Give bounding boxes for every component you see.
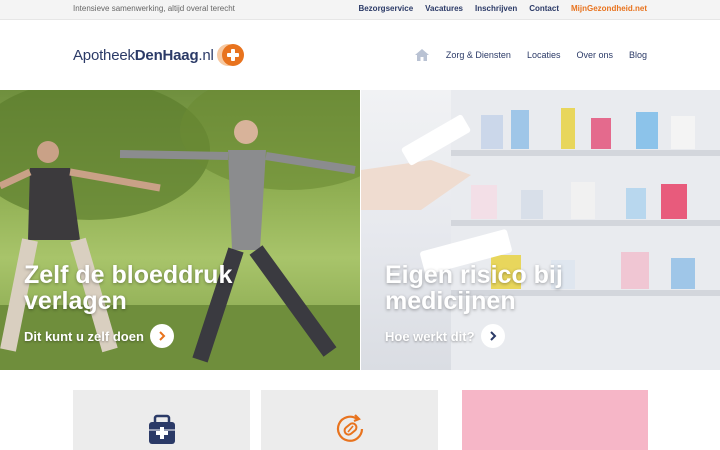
main-nav: Zorg & Diensten Locaties Over ons Blog <box>414 48 647 62</box>
top-link-mijngezondheid[interactable]: MijnGezondheid.net <box>571 4 647 13</box>
hero-bloeddruk[interactable]: Zelf de bloeddruk verlagen Dit kunt u ze… <box>0 90 360 370</box>
top-link-bezorgservice[interactable]: Bezorgservice <box>358 4 413 13</box>
logo-suffix: .nl <box>198 46 214 64</box>
hero-eigen-risico[interactable]: Eigen risico bij medicijnen Hoe werkt di… <box>361 90 720 370</box>
service-card-herhaalrecept[interactable] <box>261 390 438 450</box>
top-link-vacatures[interactable]: Vacatures <box>425 4 463 13</box>
service-card-medicijnen[interactable] <box>73 390 250 450</box>
nav-item-zorg-diensten[interactable]: Zorg & Diensten <box>446 50 511 60</box>
nav-item-blog[interactable]: Blog <box>629 50 647 60</box>
logo-bold: DenHaag <box>134 46 199 64</box>
tagline: Intensieve samenwerking, altijd overal t… <box>73 4 235 13</box>
hero-cta-zelf-doen[interactable]: Dit kunt u zelf doen <box>24 324 174 348</box>
chevron-right-icon <box>489 331 496 341</box>
hero-cta-label: Dit kunt u zelf doen <box>24 328 144 344</box>
top-links: Bezorgservice Vacatures Inschrijven Cont… <box>358 4 647 13</box>
logo-text: ApotheekDenHaag.nl <box>73 47 214 64</box>
site-header: ApotheekDenHaag.nl Zorg & Diensten Locat… <box>0 20 720 90</box>
hero-cta-label: Hoe werkt dit? <box>385 328 475 344</box>
cta-arrow-button[interactable] <box>480 324 505 348</box>
hero-cta-hoe-werkt[interactable]: Hoe werkt dit? <box>385 324 505 348</box>
hero-title: Eigen risico bij medicijnen <box>385 261 563 315</box>
logo-cross-icon <box>216 44 247 66</box>
refill-pill-icon <box>336 414 363 442</box>
nav-item-over-ons[interactable]: Over ons <box>576 50 613 60</box>
top-link-inschrijven[interactable]: Inschrijven <box>475 4 517 13</box>
top-bar: Intensieve samenwerking, altijd overal t… <box>0 0 720 20</box>
hero-title: Zelf de bloeddruk verlagen <box>24 261 233 315</box>
top-link-contact[interactable]: Contact <box>529 4 559 13</box>
promo-card-pink[interactable] <box>462 390 648 450</box>
site-logo[interactable]: ApotheekDenHaag.nl <box>73 44 247 66</box>
logo-prefix: Apotheek <box>73 46 135 64</box>
cta-arrow-button[interactable] <box>149 324 174 348</box>
medicine-box-icon <box>148 414 175 444</box>
home-icon[interactable] <box>414 48 430 62</box>
nav-item-locaties[interactable]: Locaties <box>527 50 561 60</box>
chevron-right-icon <box>159 331 166 341</box>
